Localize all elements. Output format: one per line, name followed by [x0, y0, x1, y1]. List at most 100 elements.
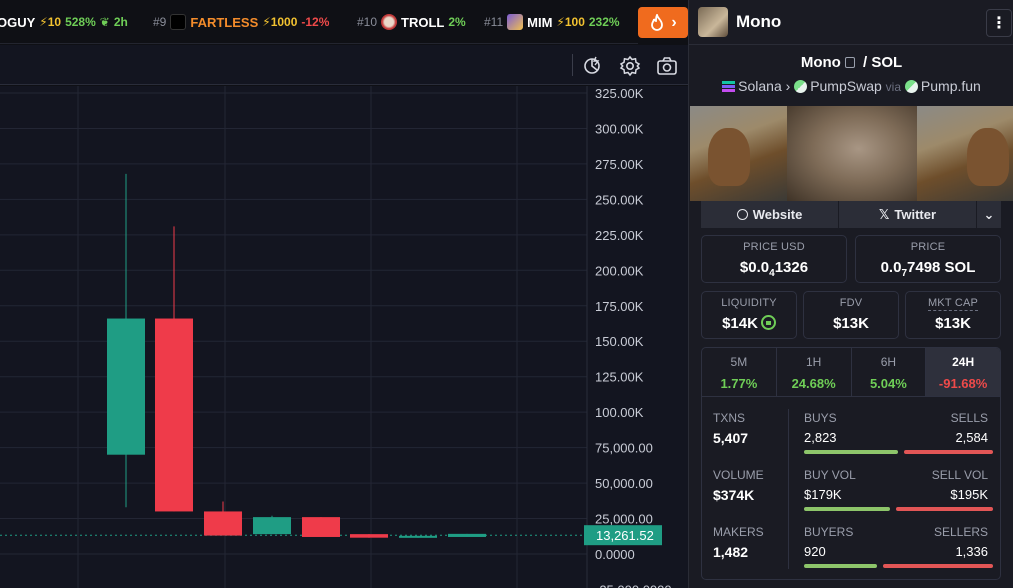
price-sol-value: 0.077498 SOL [880, 259, 976, 279]
app-root: OGUY ⚡10 528% ❦ 2h #9 FARTLESS ⚡1000 -12… [0, 0, 1013, 588]
launchpad-link[interactable]: Pump.fun [921, 78, 981, 94]
website-label: Website [752, 207, 803, 222]
token-logo-icon [507, 14, 524, 30]
ticker-item[interactable]: #10 TROLL 2% [357, 0, 466, 43]
buyers-label: BUYERS [804, 525, 854, 539]
buys-value: 2,823 [804, 430, 837, 445]
sellers-label: SELLERS [933, 525, 988, 539]
y-tick-label: 200.00K [595, 263, 644, 278]
globe-icon [736, 209, 748, 220]
y-tick-label: 75,000.00 [595, 441, 653, 456]
liquidity-value: $14K [702, 315, 796, 332]
via-label: via [885, 80, 902, 94]
y-tick-label: 50,000.00 [595, 476, 653, 491]
lock-icon[interactable] [760, 315, 776, 330]
ticker-name: MIM [527, 14, 553, 30]
tab-change: 5.04% [869, 376, 907, 391]
y-tick-label: 325.00K [595, 86, 644, 101]
trending-button[interactable]: › [638, 7, 688, 38]
tab-change: -91.68% [938, 376, 988, 391]
chart-toolbar [0, 45, 688, 85]
chevron-right-icon: › [671, 13, 677, 31]
buys-label: BUYS [804, 411, 837, 425]
txns-value: 5,407 [713, 430, 749, 446]
pair-separator: / [862, 54, 868, 71]
y-tick-label: 0.0000 [595, 547, 635, 562]
fdv-value: $13K [833, 315, 869, 332]
makers-label: MAKERS [713, 525, 764, 539]
tab-24h[interactable]: 24H -91.68% [926, 348, 1000, 396]
token-logo-icon [381, 14, 398, 30]
vertical-dots-icon: ⋮ [991, 15, 1007, 32]
sells-bar [904, 450, 993, 454]
sell-volume-bar [896, 507, 993, 511]
dex-link[interactable]: PumpSwap [810, 78, 882, 94]
ticker-item[interactable]: #11 MIM ⚡100 232% [484, 0, 620, 43]
candle-body [155, 318, 193, 512]
sellers-bar [883, 564, 993, 568]
current-price-label: 13,261.52 [596, 528, 654, 543]
y-tick-label: -25,000.0000 [595, 582, 672, 588]
price-sol-card: PRICE 0.077498 SOL [855, 235, 1001, 283]
monkey-figure [708, 128, 750, 186]
fdv-label: FDV [839, 297, 863, 309]
tab-label: 1H [805, 355, 822, 369]
market-cap-label: MKT CAP [927, 297, 979, 311]
settings-icon[interactable] [619, 55, 641, 77]
buy-volume-value: $179K [804, 487, 842, 502]
pumpswap-icon [794, 80, 808, 93]
tab-change: 1.77% [720, 376, 758, 391]
ticker-change: 232% [588, 15, 620, 29]
camera-icon[interactable] [656, 55, 678, 77]
toolbar-divider [572, 54, 573, 76]
x-logo-icon: 𝕏 [878, 206, 890, 222]
website-button[interactable]: Website [701, 201, 839, 228]
tab-1h[interactable]: 1H 24.68% [777, 348, 852, 396]
candle-body [302, 517, 340, 537]
price-usd-value: $0.041326 [739, 259, 809, 279]
candlestick-chart[interactable]: 325.00K 300.00K 275.00K 250.00K 225.00K 200.0… [0, 86, 688, 588]
tab-label: 6H [880, 355, 897, 369]
trade-stats: TXNS 5,407 BUYS SELLS 2,823 2,584 VOLUME… [701, 397, 1001, 580]
tab-5m[interactable]: 5M 1.77% [702, 348, 777, 396]
pair-base: Mono [800, 54, 841, 71]
ticker-item[interactable]: OGUY ⚡10 528% ❦ 2h [0, 0, 128, 43]
y-tick-label: 275.00K [595, 157, 644, 172]
ticker-name: OGUY [0, 14, 36, 30]
price-usd-label: PRICE USD [743, 241, 805, 253]
ticker-item[interactable]: #9 FARTLESS ⚡1000 -12% [153, 0, 329, 43]
ticker-rank: #10 [357, 15, 378, 29]
copy-icon[interactable] [844, 57, 855, 68]
banner-image-center [787, 106, 917, 201]
monkey-figure [967, 128, 1009, 186]
sellers-value: 1,336 [955, 544, 988, 559]
more-links-button[interactable]: ⌄ [977, 201, 1001, 228]
pair-name: Mono / SOL [689, 54, 1013, 71]
y-tick-label: 250.00K [595, 192, 644, 207]
indicator-icon[interactable] [582, 55, 604, 77]
twitter-button[interactable]: 𝕏 Twitter [839, 201, 977, 228]
buy-volume-label: BUY VOL [804, 468, 856, 482]
trending-ticker: OGUY ⚡10 528% ❦ 2h #9 FARTLESS ⚡1000 -12… [0, 0, 638, 44]
chain-link[interactable]: Solana [738, 78, 782, 94]
timeframe-tabs: 5M 1.77% 1H 24.68% 6H 5.04% 24H -91.68% [701, 347, 1001, 397]
ticker-rank: #11 [484, 15, 504, 29]
tab-change: 24.68% [791, 376, 836, 391]
ticker-boost: ⚡10 [39, 15, 62, 29]
ticker-name: TROLL [401, 14, 445, 30]
sells-label: SELLS [950, 411, 988, 425]
fdv-card: FDV $13K [803, 291, 899, 339]
tab-label: 24H [952, 355, 975, 369]
ticker-age: 2h [113, 15, 128, 29]
liquidity-card: LIQUIDITY $14K [701, 291, 797, 339]
candle-body [253, 517, 291, 535]
more-menu-button[interactable]: ⋮ [986, 9, 1012, 37]
market-cap-value: $13K [935, 315, 971, 332]
price-sol-label: PRICE [910, 241, 946, 253]
stats-divider [788, 409, 789, 569]
tab-label: 5M [730, 355, 748, 369]
twitter-label: Twitter [894, 207, 937, 222]
price-chart[interactable]: 325.00K 300.00K 275.00K 250.00K 225.00K 200.0… [0, 86, 688, 588]
tab-6h[interactable]: 6H 5.04% [852, 348, 927, 396]
banner-image-left [690, 106, 787, 201]
